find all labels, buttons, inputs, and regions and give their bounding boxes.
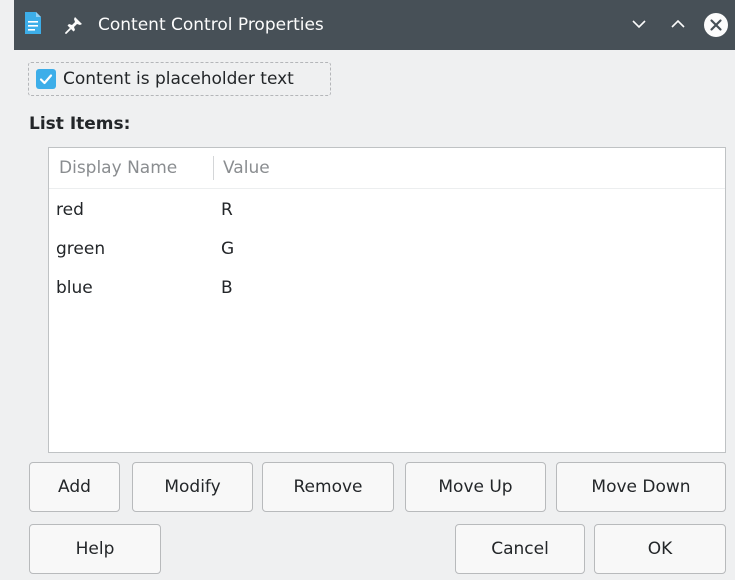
add-button[interactable]: Add — [29, 462, 120, 512]
cell-display-name: red — [56, 200, 84, 220]
placeholder-checkbox-label: Content is placeholder text — [63, 69, 294, 89]
table-header: Display Name Value — [49, 148, 725, 189]
pin-icon[interactable] — [65, 16, 83, 34]
minimize-icon[interactable] — [628, 13, 650, 35]
table-row[interactable]: green G — [49, 230, 725, 268]
checkbox-checked-icon[interactable] — [36, 69, 56, 89]
remove-button[interactable]: Remove — [262, 462, 394, 512]
list-items-label: List Items: — [29, 114, 131, 134]
cancel-button[interactable]: Cancel — [455, 524, 585, 574]
writer-document-icon — [24, 11, 42, 35]
content-control-properties-dialog: Content Control Properties Content is pl… — [0, 0, 735, 580]
maximize-icon[interactable] — [667, 13, 689, 35]
cell-value: G — [221, 239, 235, 259]
cell-display-name: blue — [56, 278, 93, 298]
move-down-button[interactable]: Move Down — [556, 462, 726, 512]
table-row[interactable]: red R — [49, 191, 725, 229]
ok-button[interactable]: OK — [594, 524, 726, 574]
column-header-display-name[interactable]: Display Name — [59, 148, 177, 188]
table-row[interactable]: blue B — [49, 269, 725, 307]
window-title: Content Control Properties — [98, 15, 324, 35]
placeholder-text-checkbox[interactable]: Content is placeholder text — [28, 62, 331, 96]
close-icon[interactable] — [703, 12, 729, 38]
column-separator — [213, 156, 214, 180]
list-items-table[interactable]: Display Name Value red R green G blue B — [48, 147, 726, 453]
column-header-value[interactable]: Value — [223, 148, 270, 188]
cell-display-name: green — [56, 239, 106, 259]
modify-button[interactable]: Modify — [132, 462, 253, 512]
cell-value: B — [221, 278, 233, 298]
cell-value: R — [221, 200, 233, 220]
title-bar[interactable]: Content Control Properties — [14, 0, 735, 50]
move-up-button[interactable]: Move Up — [405, 462, 546, 512]
help-button[interactable]: Help — [29, 524, 161, 574]
